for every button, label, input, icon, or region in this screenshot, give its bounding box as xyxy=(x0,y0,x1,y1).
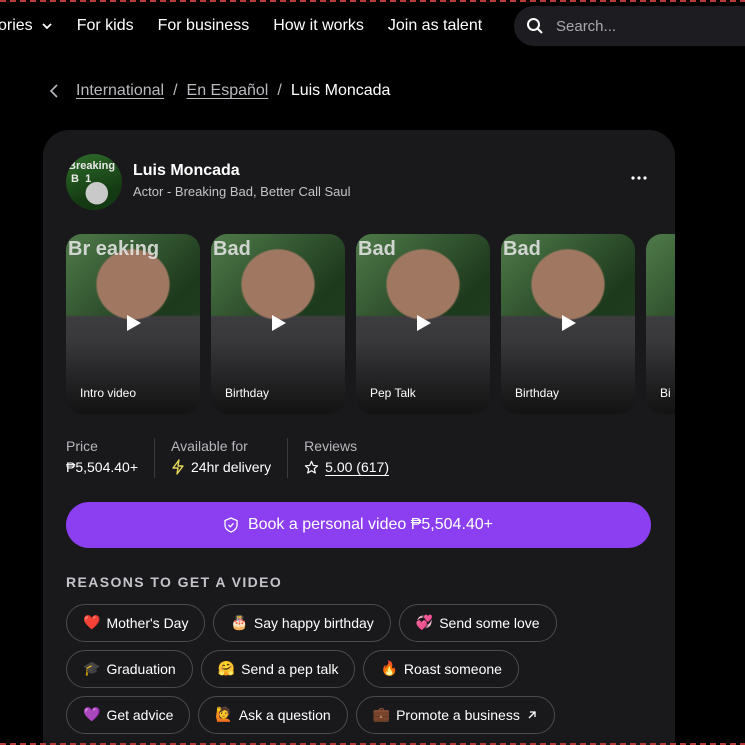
chip-label: Ask a question xyxy=(238,707,331,723)
video-overlay-text: Br eaking xyxy=(68,238,160,260)
video-thumbnail[interactable]: Bi xyxy=(646,234,675,414)
raising-hand-icon: 🙋 xyxy=(215,707,233,723)
heart-icon: ❤️ xyxy=(83,615,101,631)
availability-text: 24hr delivery xyxy=(191,459,272,475)
video-thumbnail[interactable]: Br eaking Intro video xyxy=(66,234,200,414)
lightning-icon xyxy=(172,459,184,475)
price-label: Price xyxy=(66,438,98,454)
chip-graduation[interactable]: 🎓 Graduation xyxy=(66,650,193,688)
nav-for-business[interactable]: For business xyxy=(158,17,250,35)
hearts-icon: 💞 xyxy=(415,615,434,631)
video-label: Birthday xyxy=(515,386,560,400)
reviews-rating-link[interactable]: 5.00 (617) xyxy=(325,459,389,475)
top-nav: ories For kids For business How it works… xyxy=(0,6,745,46)
search-icon xyxy=(527,18,543,34)
graduation-cap-icon: 🎓 xyxy=(83,661,101,677)
availability-label: Available for xyxy=(171,438,248,454)
video-overlay-text: Bad xyxy=(503,238,541,260)
nav-join-as-talent[interactable]: Join as talent xyxy=(388,17,482,35)
avatar-logo-text: Breaking B 1 xyxy=(68,160,116,185)
breadcrumb-separator: / xyxy=(277,82,282,99)
nav-categories[interactable]: ories xyxy=(0,17,53,35)
chip-label: Promote a business xyxy=(396,707,520,723)
chip-row: ❤️ Mother's Day 🎂 Say happy birthday 💞 Send… xyxy=(66,604,666,642)
play-icon xyxy=(127,315,141,331)
video-label: Pep Talk xyxy=(370,386,416,400)
chevron-down-icon xyxy=(42,23,52,30)
briefcase-icon: 💼 xyxy=(372,707,391,723)
availability-stat: Available for 24hr delivery xyxy=(171,438,289,478)
fire-icon: 🔥 xyxy=(380,661,398,677)
price-stat: Price ₱5,504.40+ xyxy=(66,438,156,478)
video-overlay-text: Bad xyxy=(213,238,251,260)
chip-send-some-love[interactable]: 💞 Send some love xyxy=(398,604,557,642)
more-options-icon[interactable] xyxy=(629,170,649,186)
play-icon xyxy=(562,315,576,331)
video-label: Intro video xyxy=(80,386,137,400)
hugging-face-icon: 🤗 xyxy=(217,661,236,677)
availability-value: 24hr delivery xyxy=(171,459,271,475)
video-thumbnail[interactable]: Bad Pep Talk xyxy=(356,234,490,414)
search-input[interactable] xyxy=(556,17,736,35)
chevron-left-icon[interactable] xyxy=(48,83,60,99)
breadcrumb: International / En Español / Luis Moncad… xyxy=(48,82,390,100)
video-label: Bi xyxy=(660,386,671,400)
chip-mothers-day[interactable]: ❤️ Mother's Day xyxy=(66,604,206,642)
purple-heart-icon: 💜 xyxy=(83,707,101,723)
chip-roast-someone[interactable]: 🔥 Roast someone xyxy=(363,650,519,688)
breadcrumb-current: Luis Moncada xyxy=(290,82,391,99)
chip-label: Send some love xyxy=(439,615,540,631)
breadcrumb-separator: / xyxy=(173,82,178,99)
nav-categories-label: ories xyxy=(0,17,33,34)
cake-icon: 🎂 xyxy=(230,615,248,631)
avatar: Breaking B 1 xyxy=(66,154,122,210)
video-overlay-text: Bad xyxy=(358,238,396,260)
nav-for-kids[interactable]: For kids xyxy=(77,17,134,35)
chip-ask-a-question[interactable]: 🙋 Ask a question xyxy=(198,696,348,734)
chip-label: Graduation xyxy=(106,661,176,677)
breadcrumb-international[interactable]: International xyxy=(76,82,164,100)
reviews-label: Reviews xyxy=(304,438,358,454)
top-dashed-border xyxy=(0,0,745,2)
play-icon xyxy=(272,315,286,331)
shield-check-icon xyxy=(224,517,238,533)
reasons-heading: REASONS TO GET A VIDEO xyxy=(66,574,283,590)
talent-stats: Price ₱5,504.40+ Available for 24hr deli… xyxy=(66,438,421,478)
chip-get-advice[interactable]: 💜 Get advice xyxy=(66,696,191,734)
play-icon xyxy=(417,315,431,331)
chip-label: Say happy birthday xyxy=(253,615,374,631)
chip-row: 🎓 Graduation 🤗 Send a pep talk 🔥 Roast some… xyxy=(66,650,666,688)
chip-promote-a-business[interactable]: 💼 Promote a business xyxy=(355,696,555,734)
chip-label: Roast someone xyxy=(403,661,502,677)
breadcrumb-en-espanol[interactable]: En Español xyxy=(187,82,269,100)
reviews-value: 5.00 (617) xyxy=(304,459,389,475)
price-value: ₱5,504.40+ xyxy=(66,459,139,475)
search-bar[interactable] xyxy=(514,6,745,46)
chip-row: 💜 Get advice 🙋 Ask a question 💼 Promote a b… xyxy=(66,696,666,734)
talent-card: Breaking B 1 Luis Moncada Actor - Breaki… xyxy=(43,130,675,745)
video-thumbnail[interactable]: Bad Birthday xyxy=(501,234,635,414)
book-video-button[interactable]: Book a personal video ₱5,504.40+ xyxy=(66,502,651,548)
external-arrow-icon xyxy=(528,711,536,719)
star-icon xyxy=(304,460,319,474)
chip-label: Mother's Day xyxy=(106,615,189,631)
chip-say-happy-birthday[interactable]: 🎂 Say happy birthday xyxy=(213,604,391,642)
book-video-label: Book a personal video ₱5,504.40+ xyxy=(247,516,494,533)
talent-name: Luis Moncada xyxy=(133,162,240,179)
talent-subtitle: Actor - Breaking Bad, Better Call Saul xyxy=(133,184,351,199)
reasons-chips: ❤️ Mother's Day 🎂 Say happy birthday 💞 Send… xyxy=(66,604,666,742)
chip-label: Send a pep talk xyxy=(241,661,339,677)
video-carousel: Br eaking Intro video Bad Birthday Bad P… xyxy=(66,234,675,414)
chip-send-a-pep-talk[interactable]: 🤗 Send a pep talk xyxy=(200,650,356,688)
chip-label: Get advice xyxy=(106,707,174,723)
reviews-stat: Reviews 5.00 (617) xyxy=(304,438,405,478)
video-thumbnail[interactable]: Bad Birthday xyxy=(211,234,345,414)
video-label: Birthday xyxy=(225,386,270,400)
nav-how-it-works[interactable]: How it works xyxy=(273,17,364,35)
